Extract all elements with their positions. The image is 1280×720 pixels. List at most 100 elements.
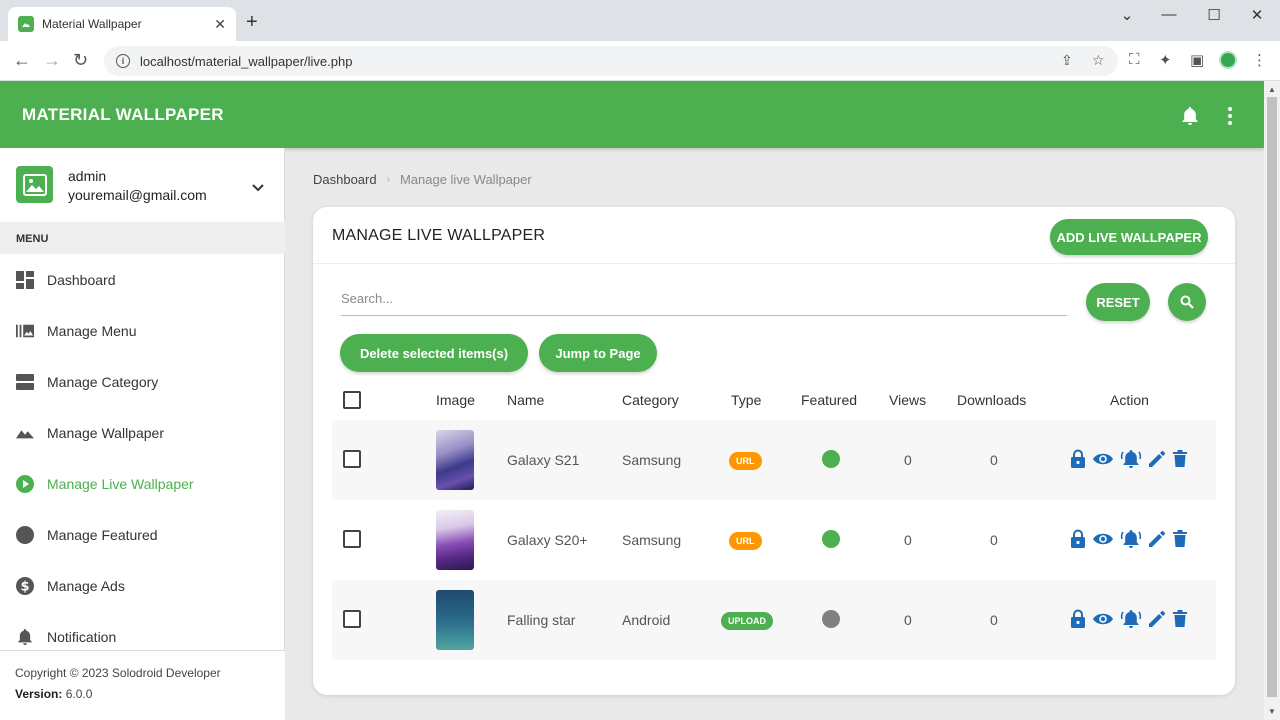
avatar <box>16 166 53 203</box>
wallpaper-thumbnail[interactable] <box>436 510 474 570</box>
site-info-icon[interactable]: i <box>116 54 130 68</box>
lock-icon[interactable] <box>1070 609 1086 629</box>
profile-avatar[interactable] <box>1219 51 1237 69</box>
reload-icon[interactable]: ↻ <box>73 50 88 71</box>
lock-icon[interactable] <box>1070 449 1086 469</box>
table-row: Galaxy S21 Samsung URL 0 0 <box>332 420 1216 500</box>
app-title: MATERIAL WALLPAPER <box>22 105 224 124</box>
tab-close-icon[interactable]: ✕ <box>214 16 226 33</box>
cell-views: 0 <box>904 452 912 468</box>
search-input[interactable] <box>341 291 1067 306</box>
sidebar-item-manage-category[interactable]: Manage Category <box>0 356 285 407</box>
sidebar-item-manage-menu[interactable]: Manage Menu <box>0 305 285 356</box>
tab-search-icon[interactable]: ⌄ <box>1117 6 1137 24</box>
close-window-icon[interactable]: ✕ <box>1247 6 1267 24</box>
edit-pencil-icon[interactable] <box>1148 610 1166 628</box>
scroll-thumb[interactable] <box>1267 97 1277 697</box>
url-text: localhost/material_wallpaper/live.php <box>140 53 353 69</box>
screen-capture-icon[interactable]: ⛶ <box>1129 51 1140 68</box>
table-row: Falling star Android UPLOAD 0 0 <box>332 580 1216 660</box>
chevron-down-icon[interactable] <box>251 180 265 198</box>
version-label: Version: <box>15 687 63 701</box>
play-circle-icon <box>16 474 34 493</box>
featured-status-dot[interactable] <box>822 530 840 548</box>
circle-icon <box>16 525 34 544</box>
cell-category: Samsung <box>622 452 682 468</box>
sidebar-item-manage-live-wallpaper[interactable]: Manage Live Wallpaper <box>0 458 285 509</box>
edit-pencil-icon[interactable] <box>1148 530 1166 548</box>
scroll-up-icon[interactable]: ▲ <box>1268 85 1276 94</box>
browser-menu-icon[interactable]: ⋮ <box>1252 51 1267 69</box>
featured-status-dot[interactable] <box>822 610 840 628</box>
delete-selected-button[interactable]: Delete selected items(s) <box>340 334 528 372</box>
new-tab-icon[interactable]: + <box>246 12 258 32</box>
more-vert-icon[interactable] <box>1228 107 1232 125</box>
scroll-down-icon[interactable]: ▼ <box>1268 707 1276 716</box>
breadcrumb-home[interactable]: Dashboard <box>313 172 377 187</box>
maximize-icon[interactable]: ☐ <box>1204 6 1224 24</box>
col-header-category: Category <box>622 392 679 408</box>
back-icon[interactable]: ← <box>13 50 31 71</box>
delete-trash-icon[interactable] <box>1172 450 1188 468</box>
version-line: Version: 6.0.0 <box>15 687 270 701</box>
type-badge: URL <box>729 452 762 470</box>
breadcrumb: Dashboard › Manage live Wallpaper <box>313 172 532 187</box>
notification-send-icon[interactable] <box>1120 609 1142 629</box>
sidebar: admin youremail@gmail.com MENU Dashboard… <box>0 148 285 720</box>
edit-pencil-icon[interactable] <box>1148 450 1166 468</box>
landscape-icon <box>16 424 34 442</box>
lock-icon[interactable] <box>1070 529 1086 549</box>
favicon-icon <box>18 16 34 32</box>
bookmark-star-icon[interactable]: ☆ <box>1092 52 1105 69</box>
notification-send-icon[interactable] <box>1120 529 1142 549</box>
sidebar-item-dashboard[interactable]: Dashboard <box>0 254 285 305</box>
browser-tabbar: Material Wallpaper ✕ + ⌄ — ☐ ✕ <box>0 0 1280 41</box>
address-bar[interactable]: i localhost/material_wallpaper/live.php … <box>104 46 1118 76</box>
card-header: MANAGE LIVE WALLPAPER ADD LIVE WALLPAPER <box>313 207 1235 264</box>
sidebar-item-manage-ads[interactable]: $ Manage Ads <box>0 560 285 611</box>
reset-button[interactable]: RESET <box>1086 283 1150 321</box>
breadcrumb-chevron-icon: › <box>386 174 390 185</box>
type-badge: URL <box>729 532 762 550</box>
add-live-wallpaper-button[interactable]: ADD LIVE WALLPAPER <box>1050 219 1208 255</box>
delete-trash-icon[interactable] <box>1172 530 1188 548</box>
notification-send-icon[interactable] <box>1120 449 1142 469</box>
featured-status-dot[interactable] <box>822 450 840 468</box>
row-checkbox[interactable] <box>343 450 361 468</box>
wallpaper-thumbnail[interactable] <box>436 430 474 490</box>
select-all-checkbox[interactable] <box>343 391 361 409</box>
cell-downloads: 0 <box>990 532 998 548</box>
dollar-icon: $ <box>16 576 34 595</box>
browser-tab[interactable]: Material Wallpaper ✕ <box>8 7 236 41</box>
sidebar-item-manage-wallpaper[interactable]: Manage Wallpaper <box>0 407 285 458</box>
extensions-icon[interactable]: ✦ <box>1159 51 1172 69</box>
row-checkbox[interactable] <box>343 530 361 548</box>
cell-name: Galaxy S21 <box>507 452 580 468</box>
sidebar-item-label: Dashboard <box>47 271 116 288</box>
wallpaper-thumbnail[interactable] <box>436 590 474 650</box>
delete-trash-icon[interactable] <box>1172 610 1188 628</box>
minimize-icon[interactable]: — <box>1159 6 1179 23</box>
sidebar-item-label: Notification <box>47 628 117 645</box>
search-field[interactable] <box>341 291 1067 316</box>
forward-icon[interactable]: → <box>43 50 61 71</box>
search-button[interactable] <box>1168 283 1206 321</box>
main-card: MANAGE LIVE WALLPAPER ADD LIVE WALLPAPER… <box>313 207 1235 695</box>
row-checkbox[interactable] <box>343 610 361 628</box>
notification-bell-icon[interactable] <box>1181 106 1199 131</box>
view-eye-icon[interactable] <box>1092 611 1114 627</box>
page-scrollbar[interactable]: ▲ ▼ <box>1264 81 1280 720</box>
view-eye-icon[interactable] <box>1092 451 1114 467</box>
view-eye-icon[interactable] <box>1092 531 1114 547</box>
jump-to-page-button[interactable]: Jump to Page <box>539 334 657 372</box>
sidebar-footer: Copyright © 2023 Solodroid Developer Ver… <box>0 650 285 720</box>
sidebar-item-label: Manage Ads <box>47 577 125 594</box>
user-name: admin <box>68 168 107 184</box>
col-header-action: Action <box>1110 392 1149 408</box>
side-panel-icon[interactable]: ▣ <box>1190 51 1204 69</box>
row-actions <box>1070 449 1188 469</box>
share-icon[interactable]: ⇪ <box>1061 52 1073 69</box>
sidebar-item-label: Manage Live Wallpaper <box>47 475 194 492</box>
sidebar-item-manage-featured[interactable]: Manage Featured <box>0 509 285 560</box>
browser-toolbar: ← → ↻ i localhost/material_wallpaper/liv… <box>0 41 1280 81</box>
